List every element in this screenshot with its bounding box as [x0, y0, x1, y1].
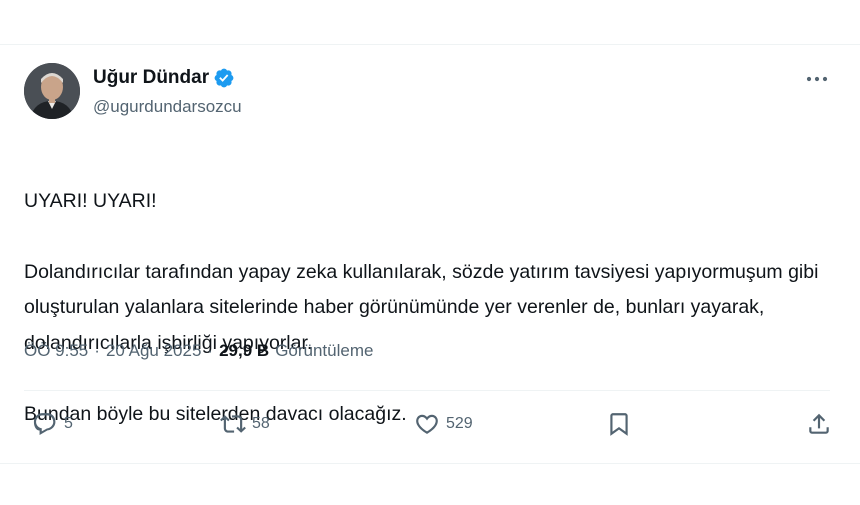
avatar[interactable]	[24, 63, 80, 119]
reply-count: 5	[64, 415, 73, 432]
repost-icon	[220, 415, 246, 433]
like-button[interactable]: 529	[414, 411, 473, 437]
like-count: 529	[446, 415, 473, 432]
repost-button[interactable]: 58	[220, 411, 270, 437]
bookmark-icon	[610, 413, 628, 436]
post-date[interactable]: 20 Ağu 2025	[106, 341, 201, 361]
like-icon	[416, 414, 438, 434]
author-handle[interactable]: @ugurdundarsozcu	[93, 97, 242, 117]
author-name[interactable]: Uğur Dündar	[93, 67, 209, 89]
verified-badge-icon	[214, 68, 234, 88]
reply-icon	[33, 413, 56, 435]
action-bar: 5 58 529	[24, 411, 832, 441]
meta-separator: ·	[207, 341, 214, 360]
share-icon	[809, 413, 829, 434]
share-button[interactable]	[806, 411, 832, 437]
views-count: 29,9 B	[219, 341, 270, 360]
tweet-card: Uğur Dündar @ugurdundarsozcu UYARI! UYAR…	[0, 44, 860, 464]
tweet-metadata: ÖÖ 9:55 · 20 Ağu 2025 · 29,9 B Görüntüle…	[24, 341, 373, 361]
divider	[24, 390, 830, 391]
views-label: Görüntüleme	[275, 341, 374, 360]
avatar-portrait-image	[24, 63, 80, 119]
post-time[interactable]: ÖÖ 9:55	[24, 341, 88, 361]
bookmark-button[interactable]	[606, 411, 632, 437]
meta-separator: ·	[94, 341, 100, 360]
repost-count: 58	[252, 415, 270, 432]
tweet-text-line: UYARI! UYARI!	[24, 189, 157, 212]
more-options-icon[interactable]	[804, 69, 830, 89]
reply-button[interactable]: 5	[32, 411, 73, 437]
